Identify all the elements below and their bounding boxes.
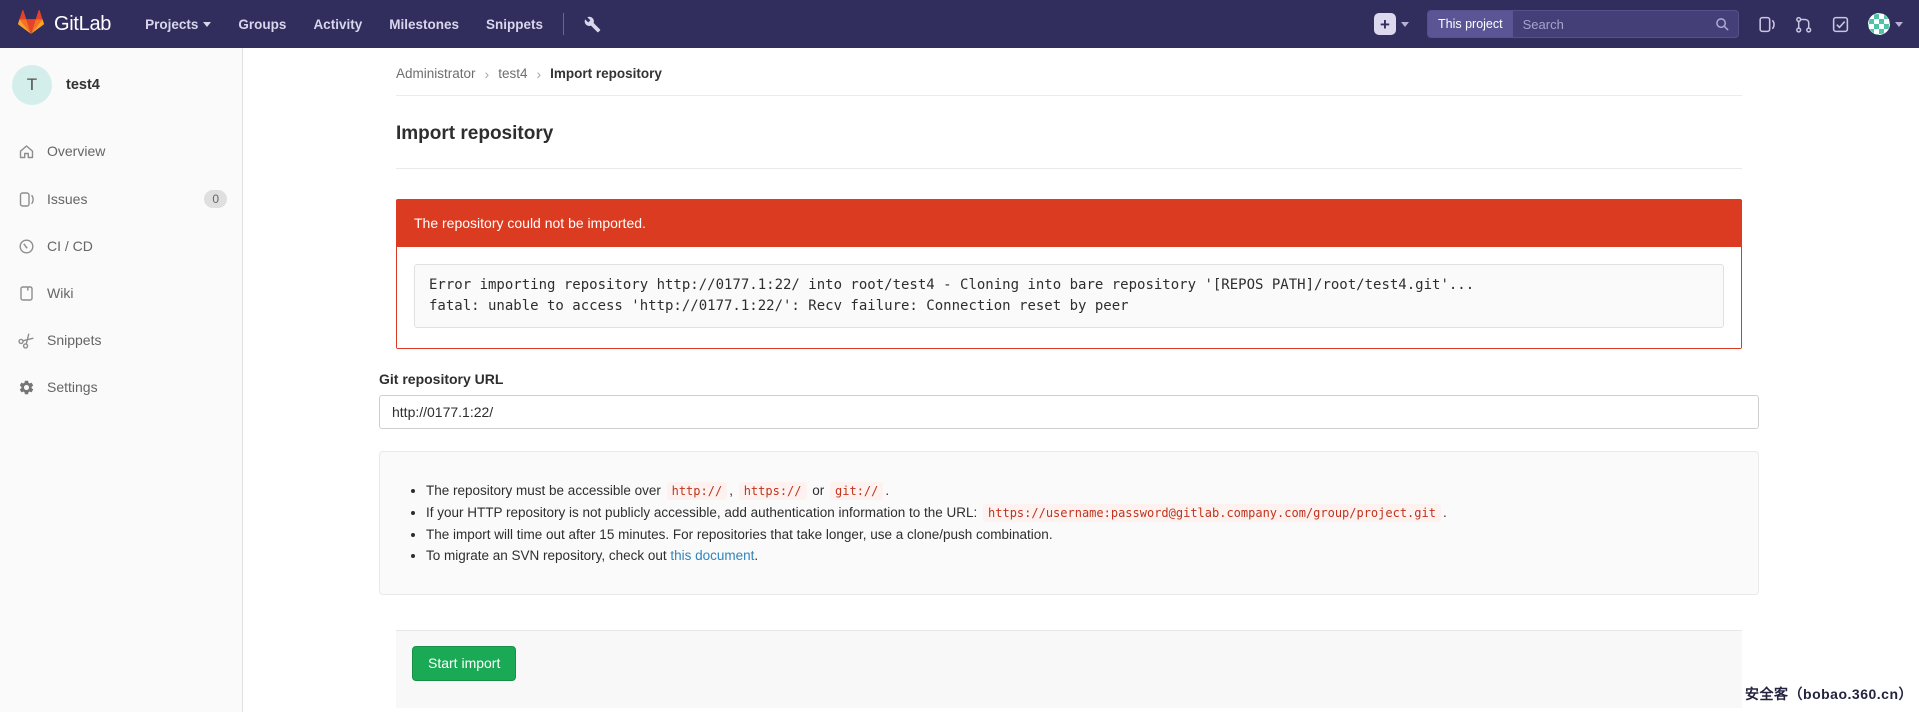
top-navbar: GitLab Projects Groups Activity Mileston… xyxy=(0,0,1919,48)
sidebar-item-label: Settings xyxy=(47,379,98,396)
nav-activity[interactable]: Activity xyxy=(313,17,362,32)
nav-groups[interactable]: Groups xyxy=(238,17,286,32)
sidebar-item-label: Issues xyxy=(47,191,87,208)
search-box: This project xyxy=(1427,10,1739,38)
wiki-book-icon xyxy=(18,285,35,302)
sidebar-item-snippets[interactable]: Snippets xyxy=(0,317,242,364)
info-bullet-timeout: The import will time out after 15 minute… xyxy=(426,524,1740,545)
issues-icon xyxy=(18,191,35,208)
project-sidebar: T test4 Overview Issues 0 xyxy=(0,48,243,712)
chevron-down-icon xyxy=(203,22,211,27)
gear-icon xyxy=(18,379,35,396)
gitlab-tanuki-icon xyxy=(18,9,44,40)
breadcrumb: Administrator › test4 › Import repositor… xyxy=(396,48,1742,96)
plus-icon: + xyxy=(1374,13,1396,35)
this-document-link[interactable]: this document xyxy=(670,548,754,563)
user-avatar xyxy=(1868,13,1890,35)
gitlab-wordmark: GitLab xyxy=(54,13,111,36)
search-icon[interactable] xyxy=(1715,17,1730,37)
issues-count-badge: 0 xyxy=(204,190,227,208)
todos-icon[interactable] xyxy=(1831,15,1850,34)
code-https: https:// xyxy=(739,482,807,500)
start-import-button[interactable]: Start import xyxy=(412,646,516,681)
form-actions: Start import xyxy=(396,630,1742,708)
git-repo-url-label: Git repository URL xyxy=(379,371,1759,387)
sidebar-item-settings[interactable]: Settings xyxy=(0,364,242,411)
gitlab-import-repository-screen: GitLab Projects Groups Activity Mileston… xyxy=(0,0,1919,712)
alert-body: Error importing repository http://0177.1… xyxy=(397,247,1741,348)
breadcrumb-current: Import repository xyxy=(550,65,662,82)
code-git: git:// xyxy=(830,482,883,500)
breadcrumb-administrator[interactable]: Administrator xyxy=(396,65,476,82)
import-error-alert: The repository could not be imported. Er… xyxy=(396,199,1742,349)
sidebar-item-wiki[interactable]: Wiki xyxy=(0,270,242,317)
nav-divider xyxy=(563,13,564,35)
breadcrumb-test4[interactable]: test4 xyxy=(498,65,527,82)
error-log: Error importing repository http://0177.1… xyxy=(414,264,1724,328)
new-dropdown[interactable]: + xyxy=(1374,13,1409,35)
scissors-icon xyxy=(18,332,35,349)
git-repo-url-input[interactable] xyxy=(379,395,1759,429)
project-avatar: T xyxy=(12,65,52,105)
code-http: http:// xyxy=(667,482,728,500)
search-input[interactable] xyxy=(1513,17,1738,32)
navbar-right: + This project xyxy=(1374,10,1903,38)
code-auth-url: https://username:password@gitlab.company… xyxy=(983,504,1441,522)
nav-milestones[interactable]: Milestones xyxy=(389,17,459,32)
sidebar-item-label: Overview xyxy=(47,143,105,160)
nav-projects[interactable]: Projects xyxy=(145,17,211,32)
sidebar-item-label: Wiki xyxy=(47,285,73,302)
import-info-well: The repository must be accessible over h… xyxy=(379,451,1759,595)
search-scope-label[interactable]: This project xyxy=(1428,11,1513,37)
admin-wrench-icon[interactable] xyxy=(584,16,601,33)
issues-icon[interactable] xyxy=(1757,15,1776,34)
main-nav: Projects Groups Activity Milestones Snip… xyxy=(145,17,543,32)
gauge-icon xyxy=(18,238,35,255)
sidebar-nav: Overview Issues 0 CI / CD xyxy=(0,128,242,411)
chevron-down-icon xyxy=(1401,22,1409,27)
alert-title: The repository could not be imported. xyxy=(397,200,1741,247)
info-bullet-svn: To migrate an SVN repository, check out … xyxy=(426,545,1740,566)
home-icon xyxy=(18,143,35,160)
chevron-down-icon xyxy=(1895,22,1903,27)
chevron-right-icon: › xyxy=(536,67,541,81)
chevron-right-icon: › xyxy=(485,67,490,81)
merge-request-icon[interactable] xyxy=(1794,15,1813,34)
sidebar-item-ci-cd[interactable]: CI / CD xyxy=(0,223,242,270)
sidebar-item-issues[interactable]: Issues 0 xyxy=(0,175,242,223)
sidebar-item-overview[interactable]: Overview xyxy=(0,128,242,175)
user-menu[interactable] xyxy=(1868,13,1903,35)
page-title: Import repository xyxy=(396,122,1742,169)
nav-snippets[interactable]: Snippets xyxy=(486,17,543,32)
error-log-line: fatal: unable to access 'http://0177.1:2… xyxy=(429,296,1709,317)
sidebar-item-label: CI / CD xyxy=(47,238,93,255)
info-bullet-auth: If your HTTP repository is not publicly … xyxy=(426,502,1740,524)
watermark: 安全客（bobao.360.cn） xyxy=(1745,684,1913,704)
info-bullet-protocols: The repository must be accessible over h… xyxy=(426,480,1740,502)
project-name: test4 xyxy=(66,77,100,93)
sidebar-item-label: Snippets xyxy=(47,332,101,349)
main-content: Administrator › test4 › Import repositor… xyxy=(243,48,1919,712)
error-log-line: Error importing repository http://0177.1… xyxy=(429,275,1709,296)
project-header[interactable]: T test4 xyxy=(0,56,242,114)
gitlab-logo[interactable]: GitLab xyxy=(18,9,111,40)
